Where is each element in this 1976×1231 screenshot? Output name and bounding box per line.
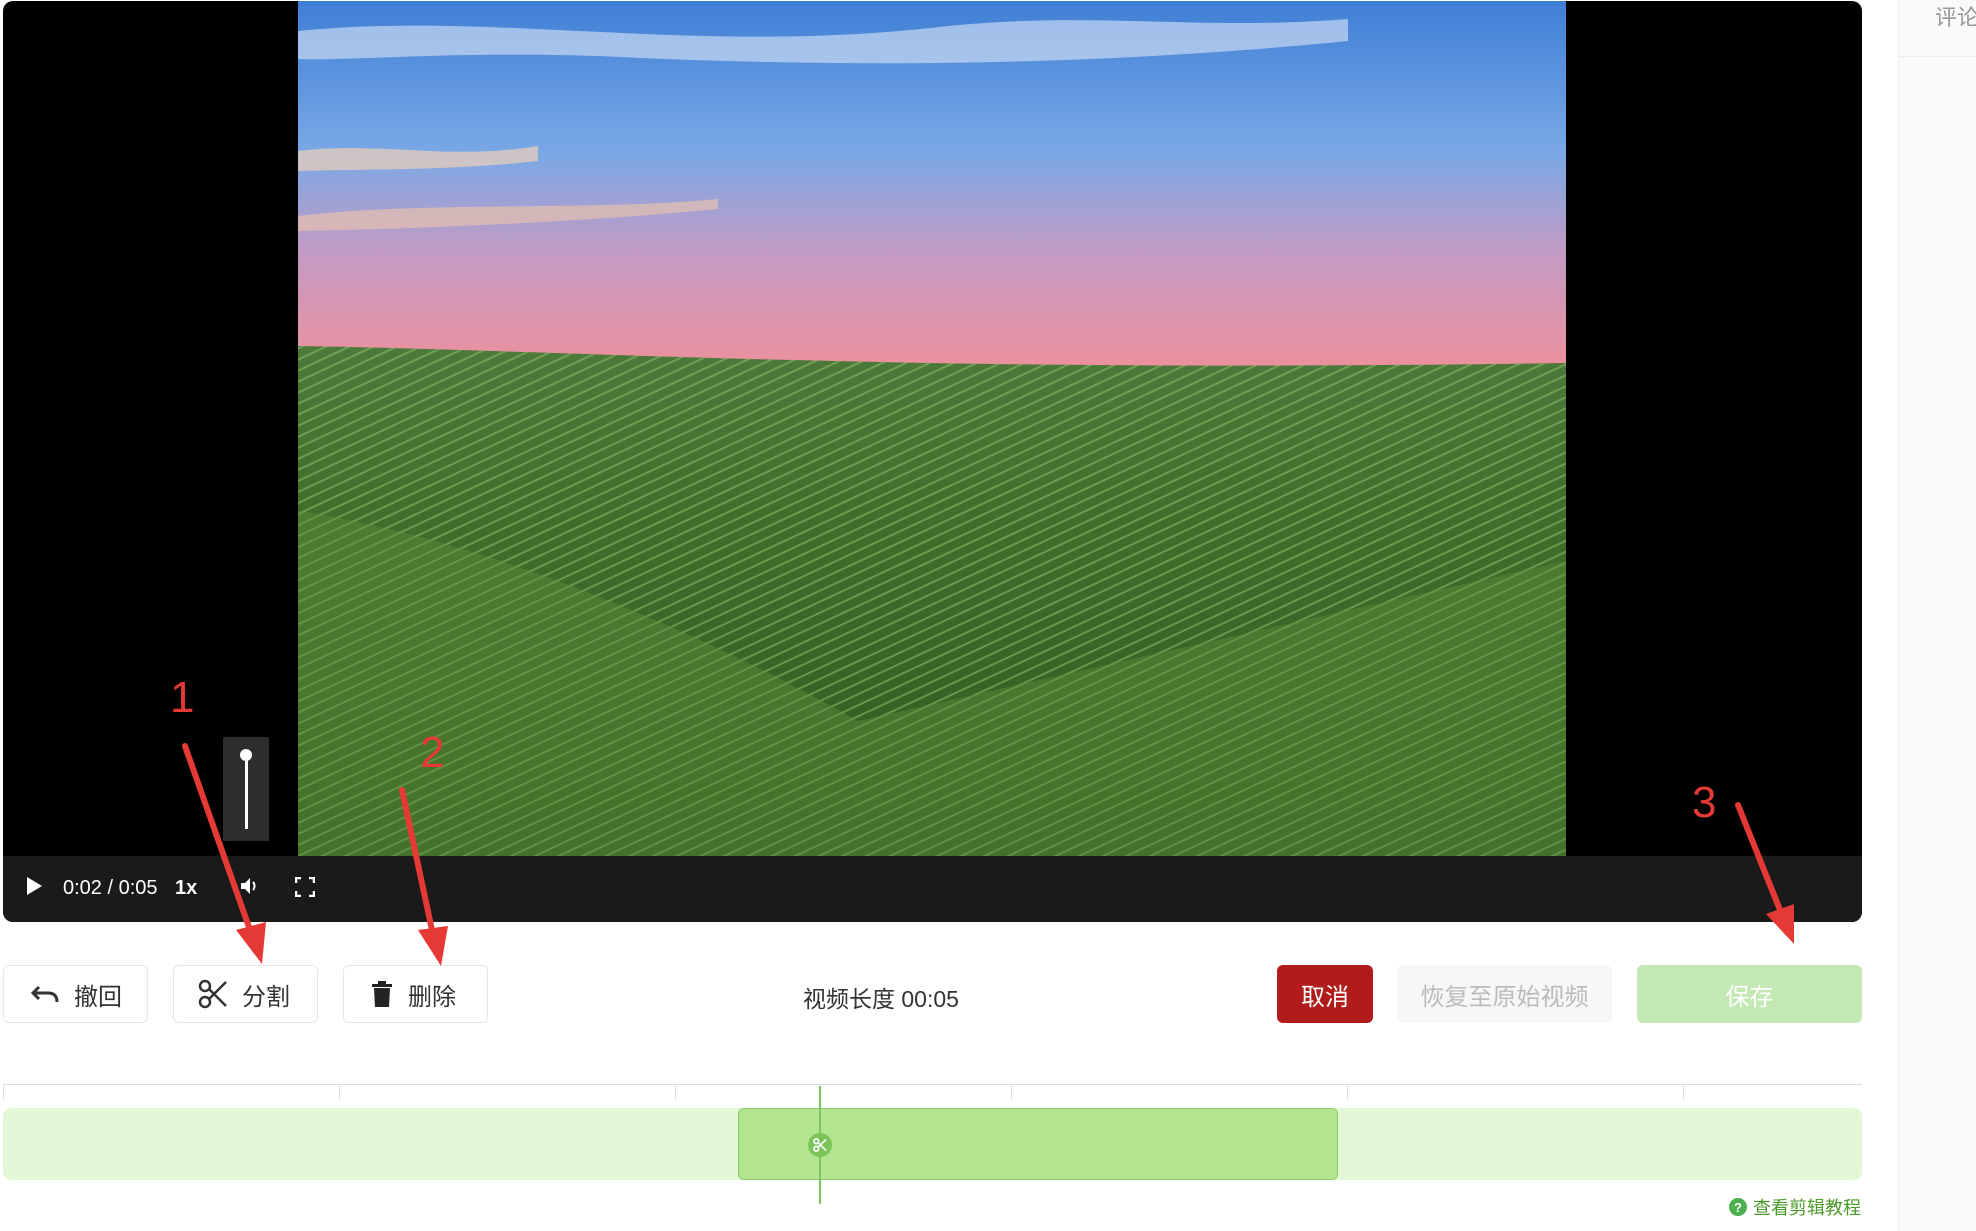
tutorial-label: 查看剪辑教程 <box>1753 1198 1861 1218</box>
split-label: 分割 <box>242 983 290 1011</box>
video-player[interactable]: 0:02 / 0:05 1x <box>3 1 1862 922</box>
ruler-tick <box>1683 1084 1684 1100</box>
ruler-tick <box>339 1084 340 1100</box>
split-marker[interactable] <box>808 1133 832 1157</box>
save-button[interactable]: 保存 <box>1637 965 1862 1023</box>
split-button[interactable]: 分割 <box>173 965 318 1023</box>
volume-track <box>245 755 248 829</box>
trash-icon <box>372 981 392 1007</box>
volume-slider[interactable] <box>223 737 269 841</box>
scissors-icon <box>198 979 227 1009</box>
comments-tab[interactable]: 评论 <box>1935 0 1976 32</box>
undo-label: 撤回 <box>74 983 122 1011</box>
undo-icon <box>30 985 59 1003</box>
ruler-tick <box>1347 1084 1348 1100</box>
volume-icon[interactable] <box>238 874 262 904</box>
volume-knob[interactable] <box>240 749 252 761</box>
help-icon: ? <box>1729 1198 1747 1216</box>
delete-button[interactable]: 删除 <box>343 965 488 1023</box>
timeline-ruler <box>3 1084 1862 1085</box>
annotation-number: 2 <box>420 728 445 777</box>
speed-button[interactable]: 1x <box>175 877 197 900</box>
ruler-tick <box>1011 1084 1012 1100</box>
tutorial-link[interactable]: ? 查看剪辑教程 <box>1729 1194 1861 1220</box>
scissors-icon <box>813 1138 827 1152</box>
undo-button[interactable]: 撤回 <box>3 965 148 1023</box>
landscape-video-image <box>298 1 1566 856</box>
video-frame <box>298 1 1566 856</box>
ruler-tick <box>3 1084 4 1100</box>
delete-label: 删除 <box>408 983 456 1011</box>
fullscreen-icon[interactable] <box>294 876 316 903</box>
time-display: 0:02 / 0:05 <box>63 877 158 899</box>
video-duration: 视频长度 00:05 <box>803 986 959 1012</box>
annotation-number: 3 <box>1692 778 1717 827</box>
ruler-tick <box>675 1084 676 1100</box>
restore-original-button[interactable]: 恢复至原始视频 <box>1397 965 1612 1023</box>
player-controls: 0:02 / 0:05 1x <box>3 856 1862 922</box>
cancel-button[interactable]: 取消 <box>1277 965 1373 1023</box>
side-panel: 评论 <box>1898 0 1976 1231</box>
play-icon[interactable] <box>25 876 43 902</box>
side-panel-divider <box>1899 56 1976 57</box>
annotation-number: 1 <box>170 673 195 722</box>
